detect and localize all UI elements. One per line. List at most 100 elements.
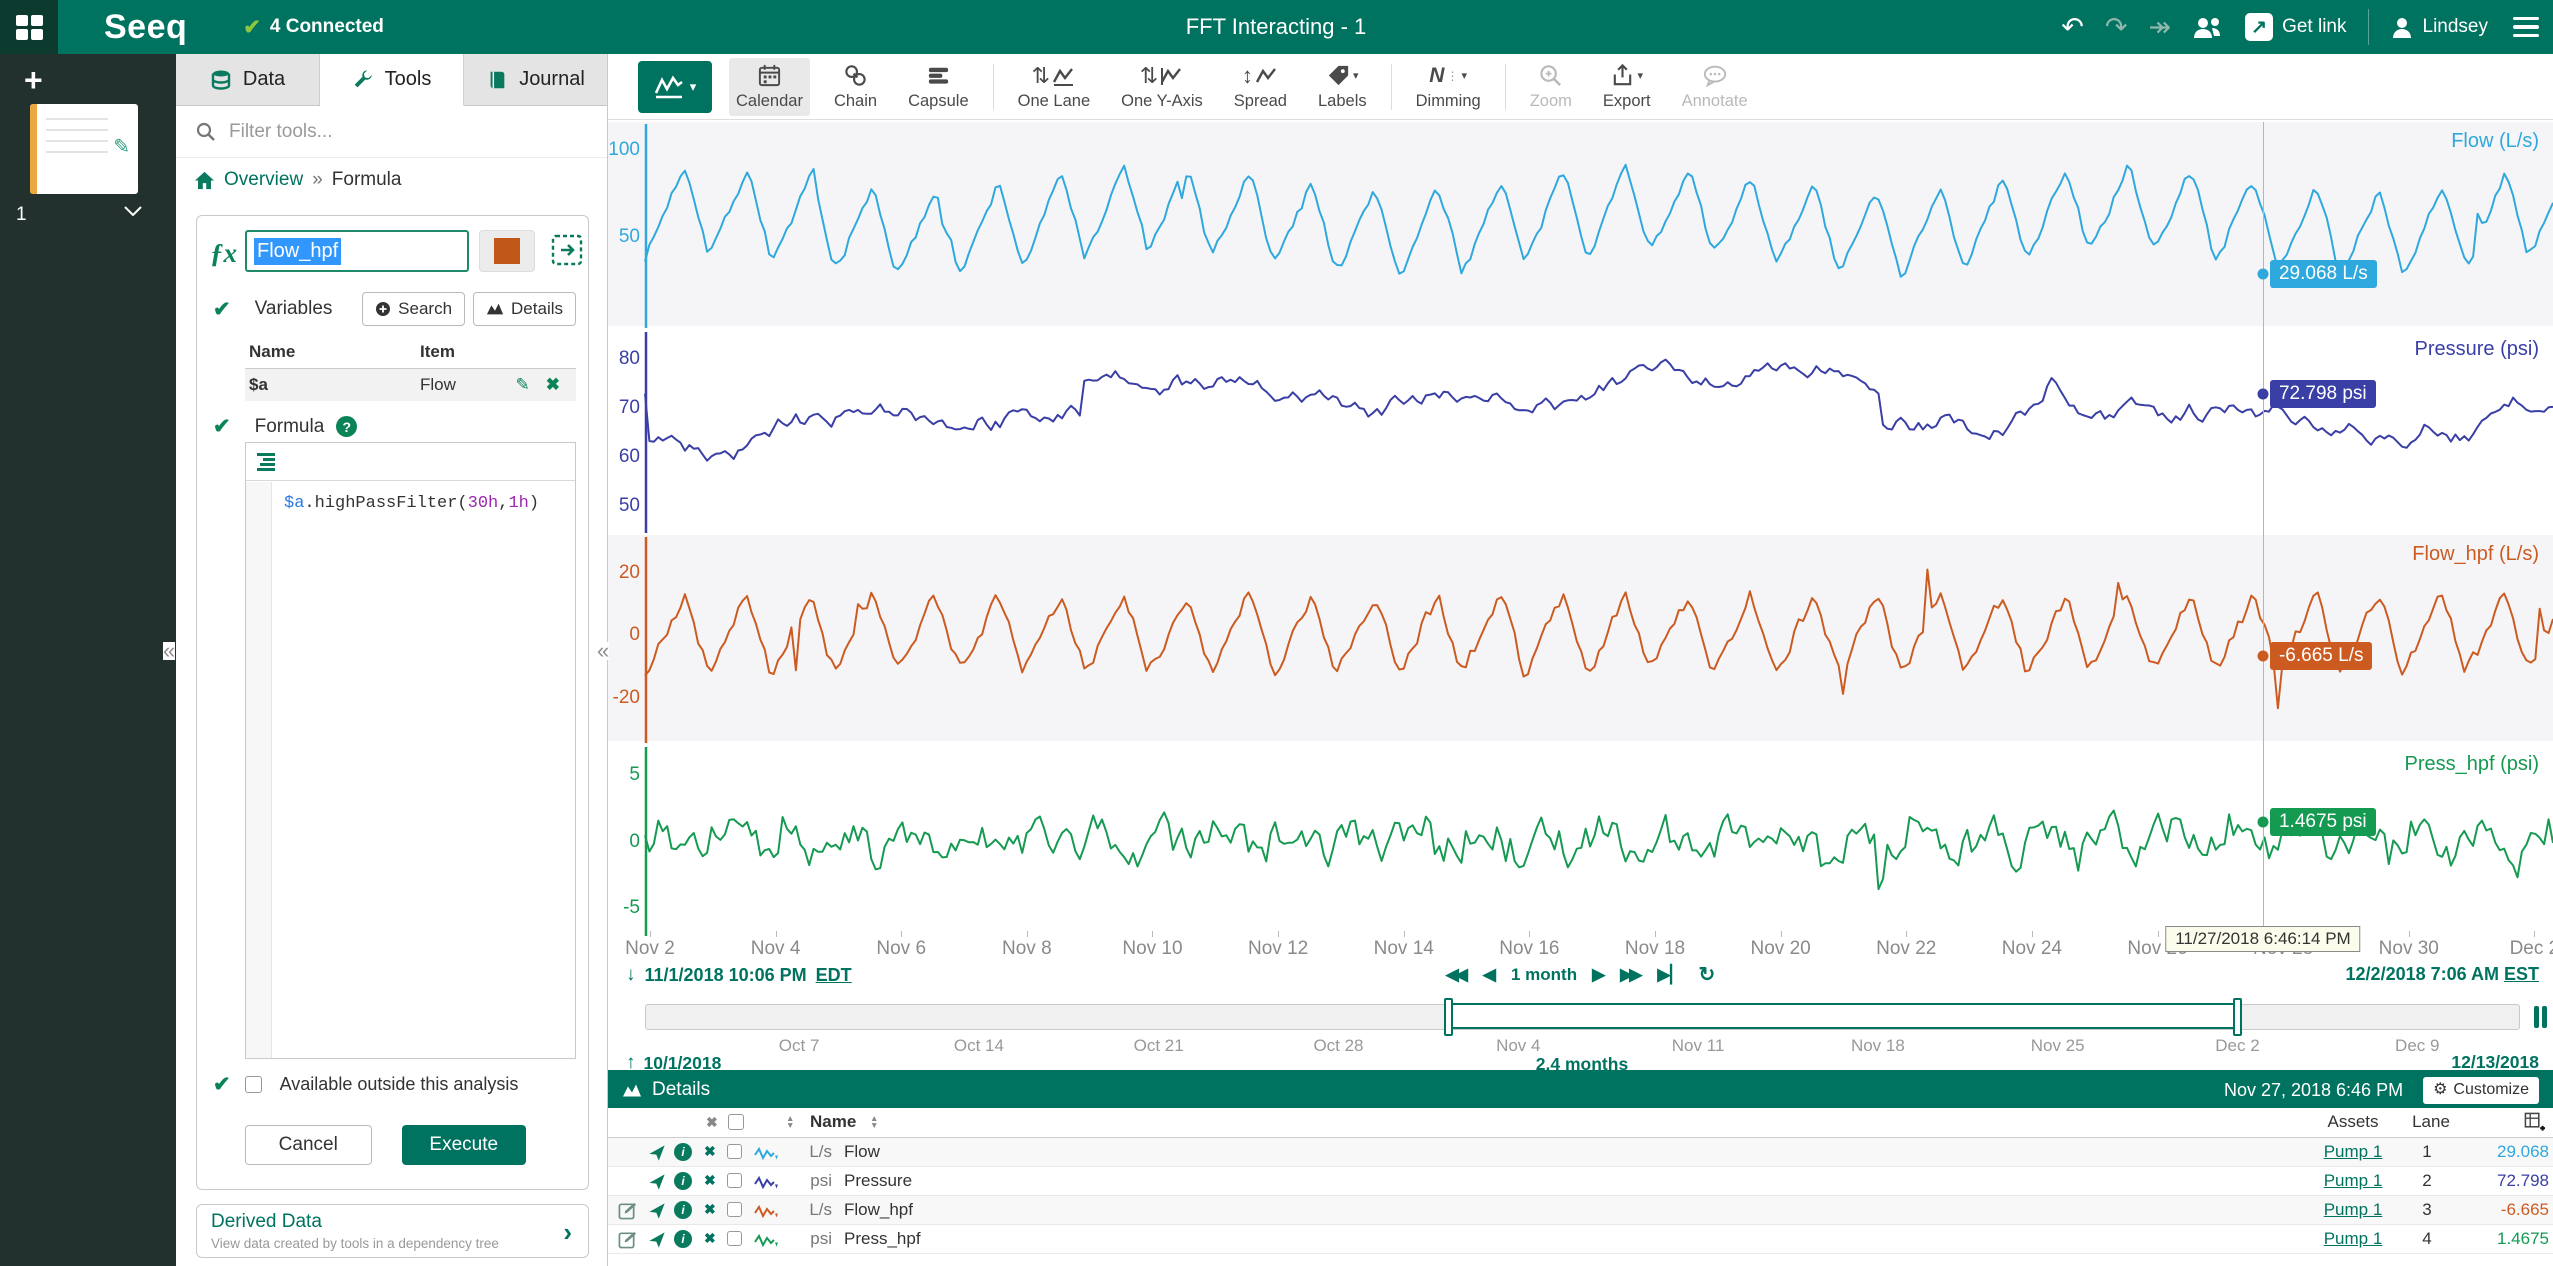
send-icon[interactable] xyxy=(648,1202,666,1220)
timezone-link[interactable]: EDT xyxy=(816,965,852,986)
user-menu[interactable]: Lindsey xyxy=(2390,15,2489,39)
formula-code[interactable]: $a.highPassFilter(30h,1h) xyxy=(284,494,539,513)
add-worksheet-button[interactable]: + xyxy=(24,62,43,99)
edit-pencil-icon[interactable]: ✎ xyxy=(516,375,530,395)
variable-details-button[interactable]: Details xyxy=(473,292,576,326)
toolbar-one-y-axis-button[interactable]: ⇅ One Y-Axis xyxy=(1114,58,1210,116)
row-asset-link[interactable]: Pump 1 xyxy=(2313,1229,2393,1249)
remove-icon[interactable]: ✖ xyxy=(704,1172,716,1189)
sort-icon[interactable]: ▲▼ xyxy=(870,1115,878,1129)
home-grid-button[interactable] xyxy=(0,0,58,54)
step-forward-button[interactable]: ▶ xyxy=(1592,965,1605,985)
toolbar-zoom-button[interactable]: Zoom xyxy=(1523,58,1579,116)
sort-icon[interactable]: ▲▼ xyxy=(786,1115,794,1129)
details-table-row[interactable]: i ✖ L/s Flow_hpf Pump 1 3 -6.665 xyxy=(608,1196,2553,1225)
format-lines-icon[interactable] xyxy=(255,451,277,473)
formula-editor[interactable]: $a.highPassFilter(30h,1h) xyxy=(245,442,576,1059)
collapse-sidebar-handle[interactable]: « xyxy=(163,642,175,660)
row-checkbox[interactable] xyxy=(727,1231,742,1246)
toolbar-capsule-button[interactable]: Capsule xyxy=(901,58,976,116)
add-column-icon[interactable] xyxy=(2524,1112,2545,1133)
series-Pressure[interactable] xyxy=(645,330,2553,535)
timezone-link[interactable]: EST xyxy=(2504,964,2539,984)
connection-status[interactable]: ✔ 4 Connected xyxy=(243,15,384,40)
refresh-icon[interactable]: ↻ xyxy=(1698,962,1715,987)
toolbar-calendar-button[interactable]: Calendar xyxy=(729,58,810,116)
toolbar-export-button[interactable]: ▾ Export xyxy=(1596,58,1658,116)
open-in-new-icon[interactable] xyxy=(551,234,583,266)
selected-range[interactable] xyxy=(1449,1003,2238,1029)
assets-column-header[interactable]: Assets xyxy=(2313,1112,2393,1132)
row-checkbox[interactable] xyxy=(727,1144,742,1159)
row-asset-link[interactable]: Pump 1 xyxy=(2313,1171,2393,1191)
series-Flow[interactable] xyxy=(645,122,2553,330)
info-icon[interactable]: i xyxy=(674,1172,692,1190)
users-icon[interactable] xyxy=(2192,15,2224,39)
range-start-handle[interactable] xyxy=(1444,998,1453,1036)
home-icon[interactable] xyxy=(194,171,215,190)
details-table-row[interactable]: i ✖ psi Pressure Pump 1 2 72.798 xyxy=(608,1167,2553,1196)
execute-button[interactable]: Execute xyxy=(402,1125,527,1165)
info-icon[interactable]: i xyxy=(674,1201,692,1219)
row-asset-link[interactable]: Pump 1 xyxy=(2313,1200,2393,1220)
info-icon[interactable]: i xyxy=(674,1143,692,1161)
toolbar-spread-button[interactable]: ↕ Spread xyxy=(1227,58,1294,116)
range-end-handle[interactable] xyxy=(2233,998,2242,1036)
step-back-fast-button[interactable]: ◀◀ xyxy=(1446,965,1464,985)
step-forward-fast-button[interactable]: ▶▶ xyxy=(1620,965,1638,985)
redo-icon[interactable]: ↷ xyxy=(2105,14,2128,41)
details-table-row[interactable]: i ✖ L/s Flow Pump 1 1 29.068 xyxy=(608,1138,2553,1167)
details-table-row[interactable]: i ✖ psi Press_hpf Pump 1 4 1.4675 xyxy=(608,1225,2553,1254)
row-asset-link[interactable]: Pump 1 xyxy=(2313,1142,2393,1162)
tab-tools[interactable]: Tools xyxy=(320,54,464,106)
get-link-button[interactable]: ↗ Get link xyxy=(2245,13,2346,41)
remove-icon[interactable]: ✖ xyxy=(704,1201,716,1218)
row-checkbox[interactable] xyxy=(727,1202,742,1217)
toolbar-annotate-button[interactable]: Annotate xyxy=(1675,58,1755,116)
range-duration-label[interactable]: 1 month xyxy=(1511,965,1577,985)
remove-variable-icon[interactable]: ✖ xyxy=(546,375,560,395)
edit-square-icon[interactable] xyxy=(618,1201,637,1220)
worksheet-thumbnail[interactable]: ✎ xyxy=(30,104,138,194)
investigate-range-slider[interactable] xyxy=(645,1004,2520,1030)
undo-icon[interactable]: ↶ xyxy=(2061,14,2084,41)
help-icon[interactable]: ? xyxy=(336,416,357,437)
name-column-header[interactable]: Name xyxy=(810,1112,856,1132)
display-range-start[interactable]: ↓ 11/1/2018 10:06 PM EDT xyxy=(626,964,852,986)
series-Press_hpf[interactable] xyxy=(645,745,2553,938)
derived-data-card[interactable]: Derived Data View data created by tools … xyxy=(196,1204,589,1258)
edit-square-icon[interactable] xyxy=(618,1230,637,1249)
color-picker-button[interactable] xyxy=(479,230,535,272)
chevron-down-icon[interactable] xyxy=(124,206,142,216)
toolbar-dimming-button[interactable]: N⋮▾ Dimming xyxy=(1409,58,1488,116)
hamburger-menu-icon[interactable] xyxy=(2509,13,2543,42)
toolbar-chain-button[interactable]: Chain xyxy=(827,58,884,116)
display-range-end[interactable]: 12/2/2018 7:06 AM EST xyxy=(2346,964,2539,985)
formula-name-input[interactable]: Flow_hpf xyxy=(245,230,469,272)
step-back-button[interactable]: ◀ xyxy=(1483,965,1496,985)
row-checkbox[interactable] xyxy=(727,1173,742,1188)
info-icon[interactable]: i xyxy=(674,1230,692,1248)
remove-icon[interactable]: ✖ xyxy=(704,1143,716,1160)
customize-button[interactable]: ⚙ Customize xyxy=(2423,1077,2539,1104)
remove-icon[interactable]: ✖ xyxy=(704,1230,716,1247)
filter-tools-input[interactable] xyxy=(229,121,587,143)
series-Flow_hpf[interactable] xyxy=(645,535,2553,745)
cancel-button[interactable]: Cancel xyxy=(245,1125,372,1165)
tab-data[interactable]: Data xyxy=(176,54,320,105)
toolbar-one-lane-button[interactable]: ⇅ One Lane xyxy=(1011,58,1097,116)
collapse-tools-handle[interactable]: « xyxy=(597,642,609,660)
toolbar-labels-button[interactable]: ▾ Labels xyxy=(1311,58,1374,116)
collapsed-range-handle[interactable] xyxy=(2534,1006,2547,1028)
send-icon[interactable] xyxy=(648,1144,666,1162)
step-to-end-button[interactable]: ▶▏ xyxy=(1657,965,1683,985)
select-all-checkbox[interactable] xyxy=(728,1114,744,1130)
available-checkbox[interactable] xyxy=(245,1076,262,1093)
send-icon[interactable] xyxy=(648,1173,666,1191)
send-icon[interactable] xyxy=(648,1231,666,1249)
view-selector-button[interactable]: ▾ xyxy=(638,61,712,113)
tab-journal[interactable]: Journal xyxy=(464,54,607,105)
breadcrumb-overview[interactable]: Overview xyxy=(224,169,303,191)
variable-search-button[interactable]: Search xyxy=(362,292,465,326)
forward-icon[interactable]: ↠ xyxy=(2148,14,2171,41)
